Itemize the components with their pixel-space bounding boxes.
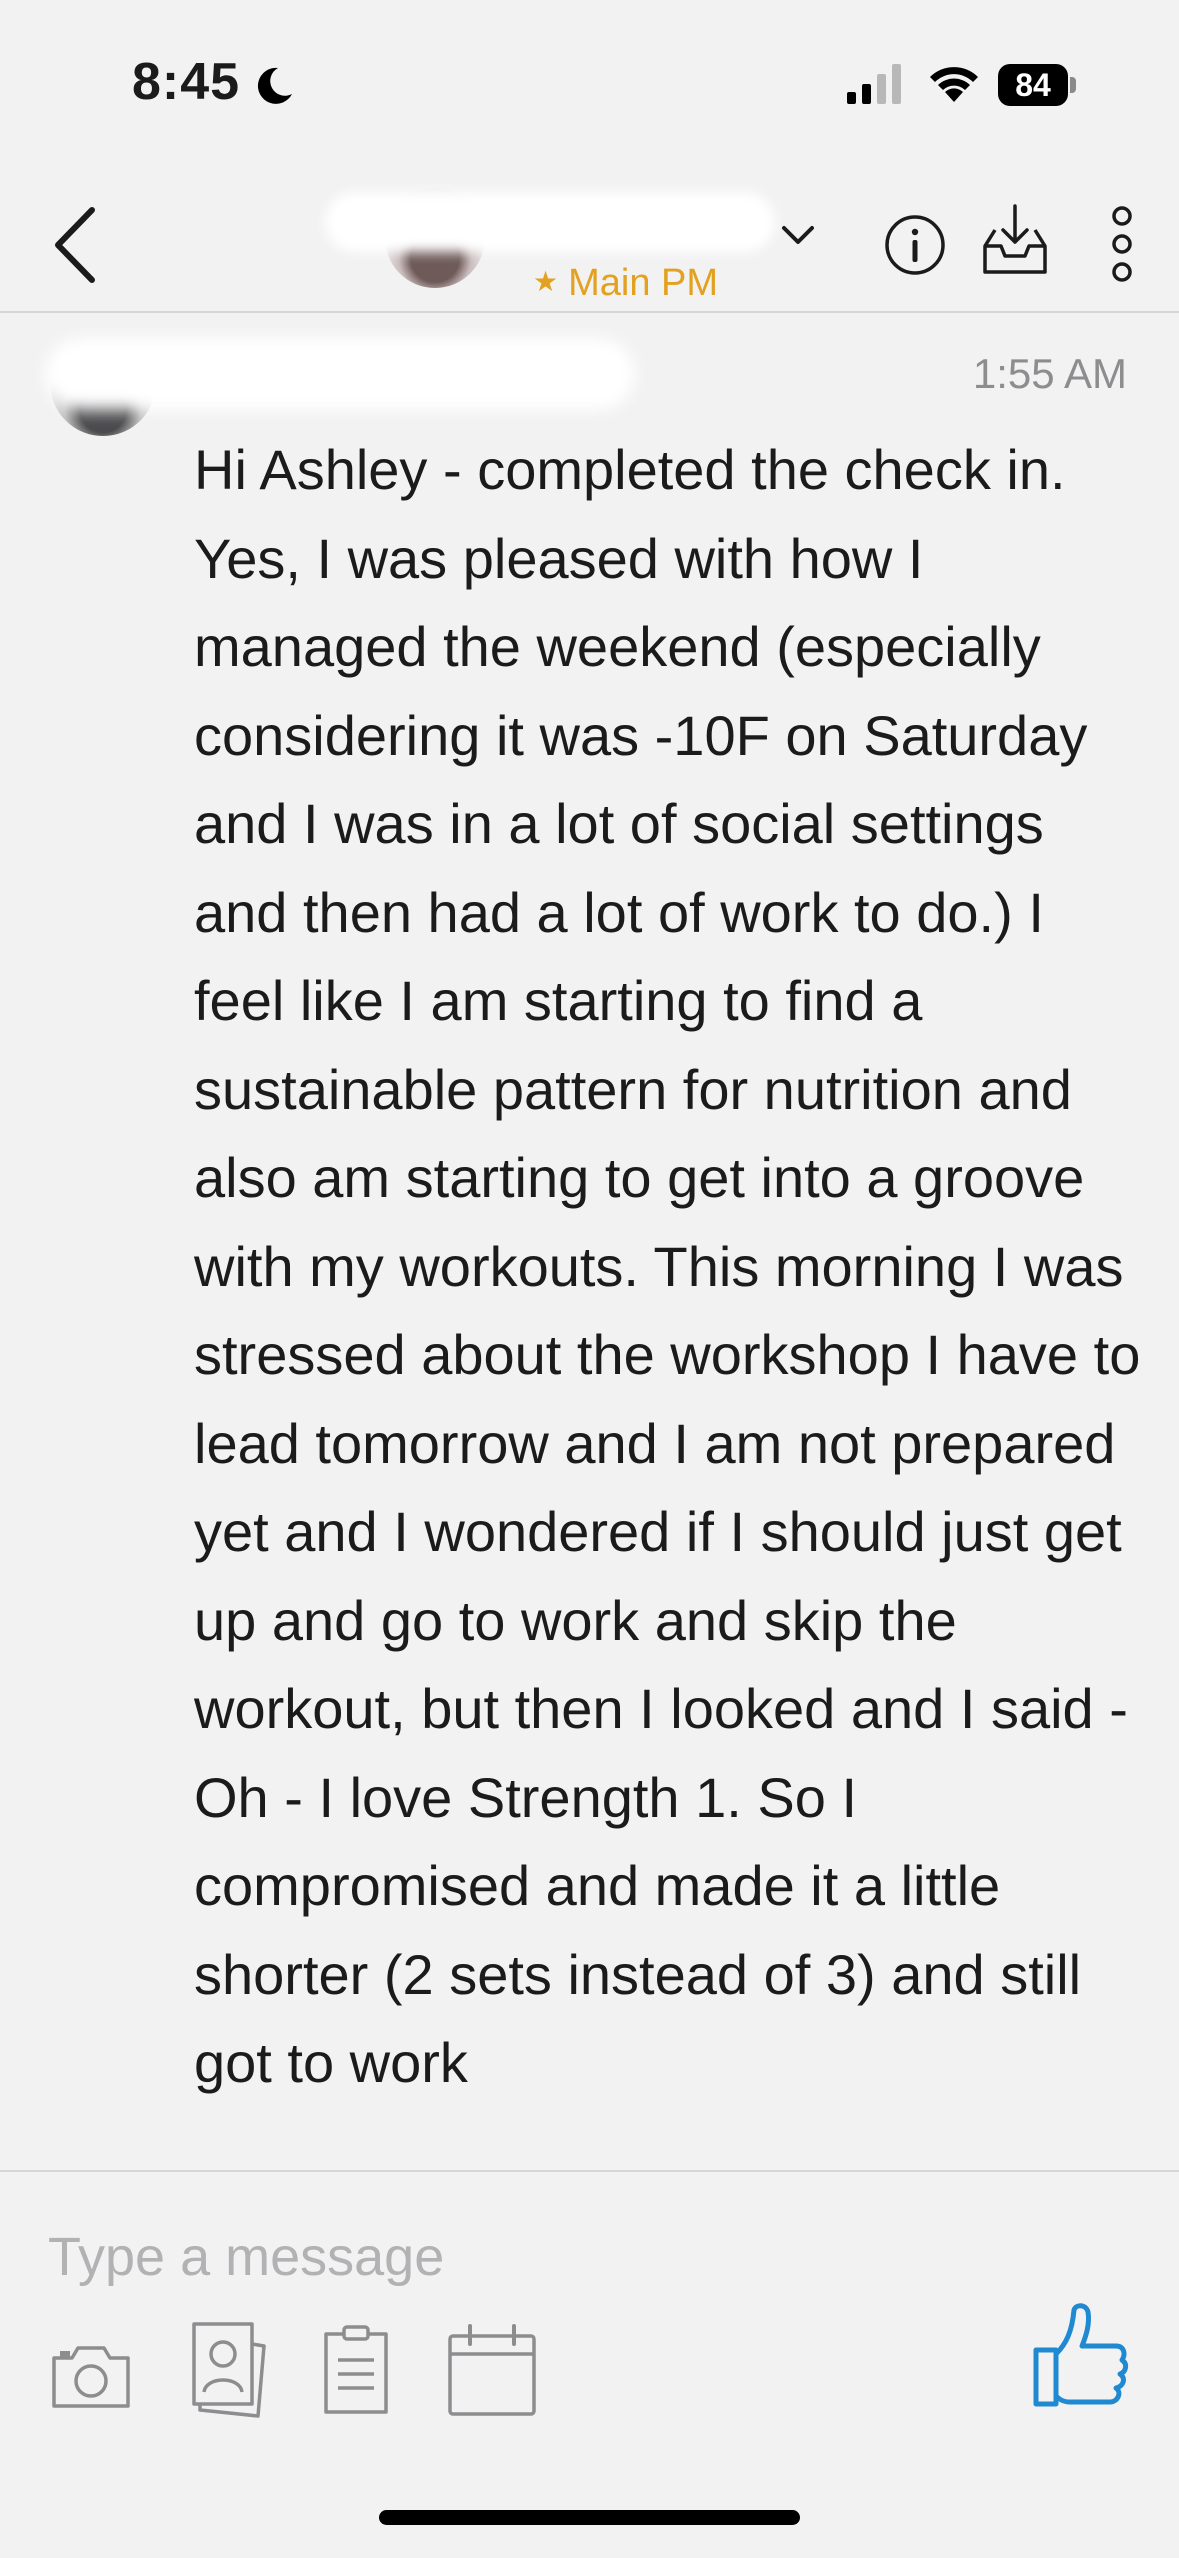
message-input[interactable] <box>48 2212 948 2302</box>
message-list[interactable]: 1:55 AM Hi Ashley - completed the check … <box>0 0 1179 2170</box>
message-timestamp: 1:55 AM <box>972 350 1127 397</box>
calendar-icon[interactable] <box>446 2322 538 2418</box>
message-text: Hi Ashley - completed the check in. Yes,… <box>194 438 1141 2094</box>
camera-icon[interactable] <box>48 2332 134 2418</box>
sender-name-redacted <box>45 338 635 410</box>
contact-card-icon[interactable] <box>178 2320 268 2420</box>
thumbs-up-icon[interactable] <box>1030 2300 1130 2410</box>
note-icon[interactable] <box>322 2324 390 2416</box>
message-composer <box>0 2170 1179 2558</box>
home-indicator <box>379 2510 800 2525</box>
